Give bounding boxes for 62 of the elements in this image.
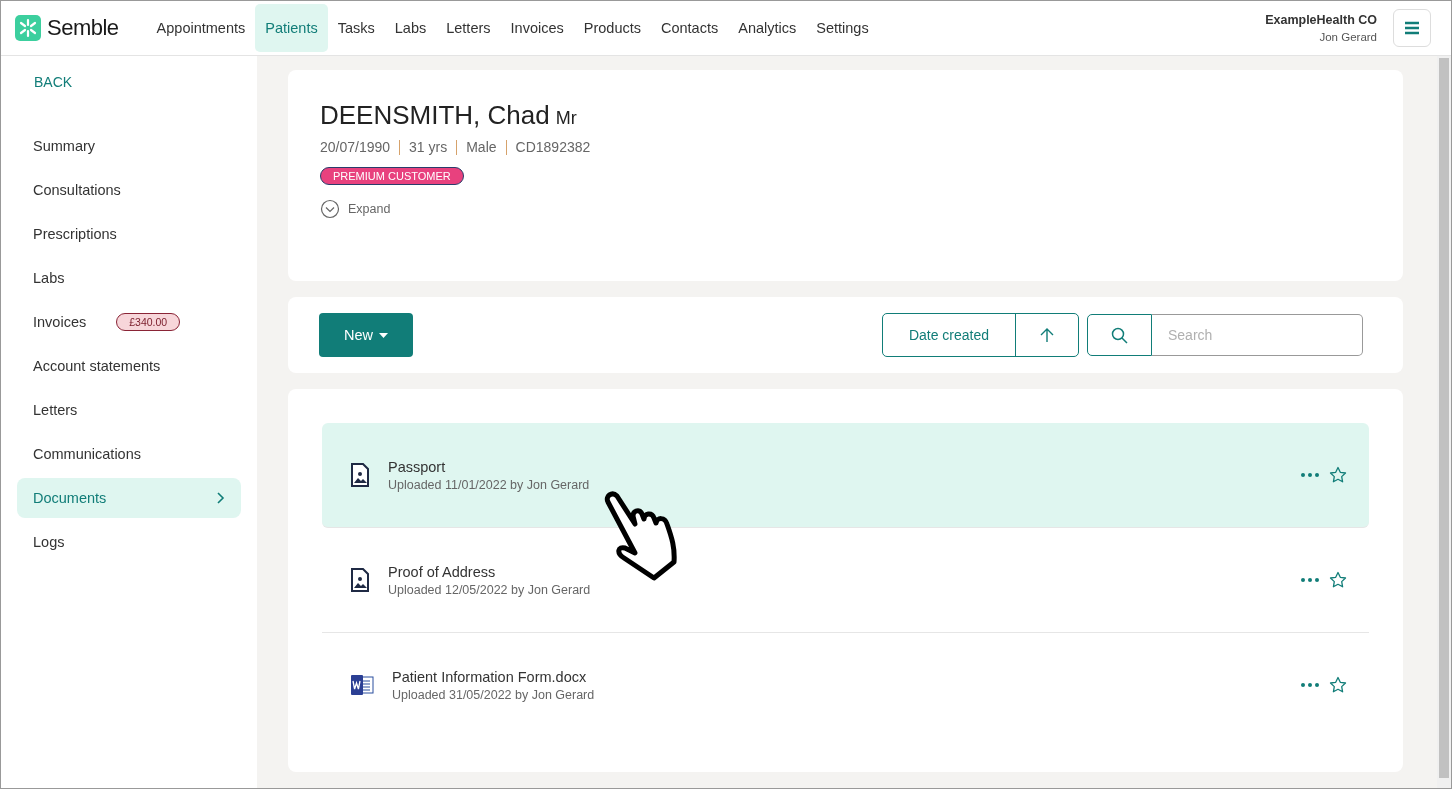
sidebar-item[interactable]: Communications [17,434,241,474]
upload-info: Uploaded 12/05/2022 by Jon Gerard [388,582,591,597]
document-name: Passport [388,458,447,475]
expand-button[interactable]: Expand [320,199,391,219]
patient-detail: 31 yrs [409,139,448,155]
menu-button[interactable] [1393,9,1431,47]
arrow-up-icon [1040,327,1054,343]
search-icon [1111,326,1128,344]
document-name: Proof of Address [388,563,497,580]
nav-tab[interactable]: Appointments [146,4,256,52]
nav-tab[interactable]: Contacts [651,4,729,52]
logo-icon [15,15,41,41]
image-file-icon [350,568,370,592]
more-options-icon[interactable] [1301,578,1319,582]
nav-tab[interactable]: Letters [436,4,501,52]
sidebar-item[interactable]: Invoices £340.00 [17,302,241,342]
nav-tab[interactable]: Invoices [500,4,574,52]
sidebar-item[interactable]: Prescriptions [17,214,241,254]
more-options-icon[interactable] [1301,683,1319,687]
patient-name: DEENSMITH, Chad [320,100,550,131]
star-icon[interactable] [1329,466,1347,484]
chevron-down-circle-icon [320,199,340,219]
document-name: Patient Information Form.docx [392,668,588,685]
patient-detail: CD1892382 [515,139,591,155]
search-button[interactable] [1087,314,1152,356]
upload-info: Uploaded 11/01/2022 by Jon Gerard [388,477,590,492]
amount-badge: £340.00 [116,313,181,331]
sidebar-item[interactable]: Consultations [17,170,241,210]
patient-title: Mr [555,108,577,129]
sidebar-item[interactable]: Summary [17,126,241,166]
nav-tab[interactable]: Analytics [728,4,807,52]
brand-name: Semble [47,15,119,41]
upload-info: Uploaded 31/05/2022 by Jon Gerard [392,687,595,702]
patient-detail: Male [466,139,497,155]
user-name: Jon Gerard [1319,31,1377,43]
nav-tab[interactable]: Patients [255,4,328,52]
nav-tab[interactable]: Labs [384,4,437,52]
nav-tab[interactable]: Products [573,4,651,52]
organisation-name: ExampleHealth CO [1265,13,1377,27]
nav-tab[interactable]: Tasks [327,4,385,52]
sidebar-item[interactable]: Account statements [17,346,241,386]
back-link[interactable]: BACK [17,74,241,90]
sidebar-item[interactable]: Logs [17,522,241,562]
sidebar-item[interactable]: Labs [17,258,241,298]
new-button[interactable]: New [319,313,413,357]
word-document-icon [350,674,374,696]
star-icon[interactable] [1329,571,1347,589]
chevron-right-icon [215,492,225,504]
image-file-icon [350,463,370,487]
caret-icon [379,332,388,338]
sidebar-item[interactable]: Letters [17,390,241,430]
star-icon[interactable] [1329,676,1347,694]
document-row[interactable]: Passport Uploaded 11/01/2022 by Jon Gerard [322,423,1369,528]
nav-tab[interactable]: Settings [806,4,879,52]
sidebar-item[interactable]: Documents [17,478,241,518]
patient-detail: 20/07/1990 [320,139,391,155]
menu-icon [1404,21,1420,35]
document-row[interactable]: Patient Information Form.docx Uploaded 31/05/2022 by Jon Gerard [322,633,1369,737]
customer-tag: PREMIUM CUSTOMER [320,167,464,185]
more-options-icon[interactable] [1301,473,1319,477]
search-field[interactable]: Search [1152,314,1363,356]
scrollbar[interactable] [1437,56,1451,788]
